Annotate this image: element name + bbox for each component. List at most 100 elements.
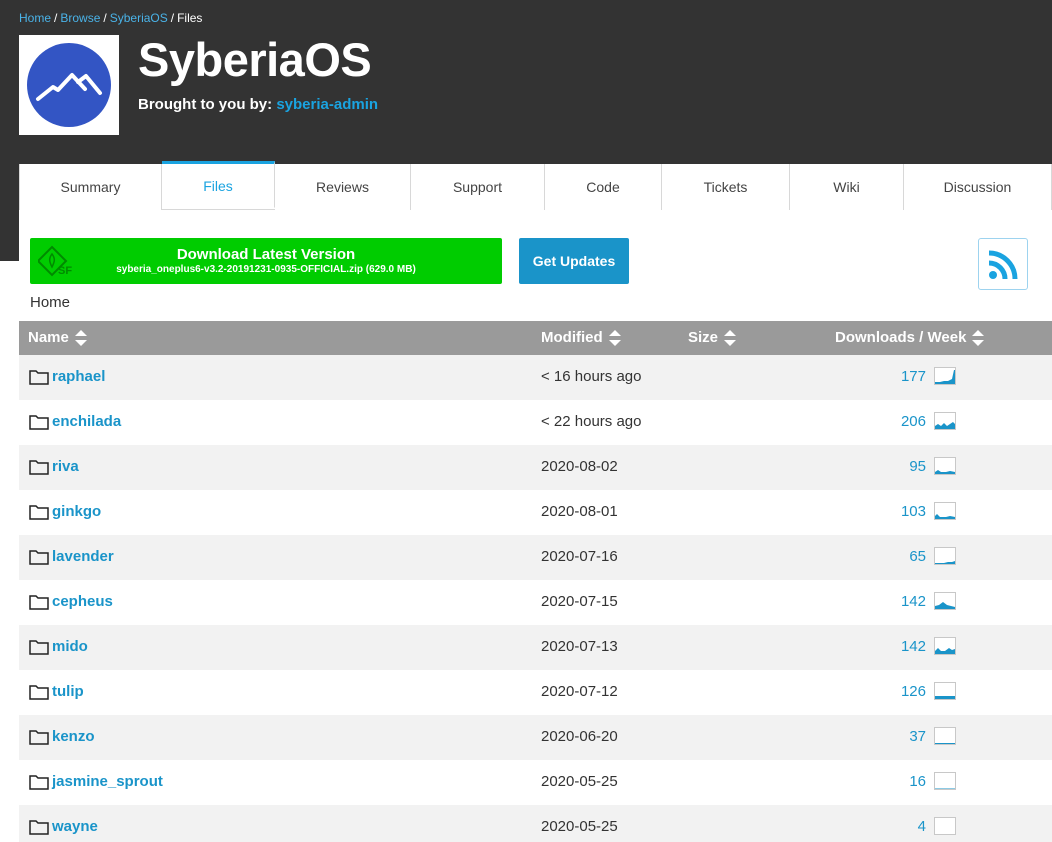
folder-link[interactable]: tulip: [52, 683, 84, 700]
download-latest-button[interactable]: SF Download Latest Version syberia_onepl…: [30, 238, 502, 284]
tab-wiki[interactable]: Wiki: [790, 164, 904, 210]
folder-link[interactable]: kenzo: [52, 728, 95, 745]
downloads-sparkline-icon[interactable]: [934, 367, 956, 385]
downloads-count[interactable]: 103: [901, 503, 926, 520]
table-row[interactable]: raphael < 16 hours ago 177: [19, 355, 1052, 400]
downloads-sparkline-icon[interactable]: [934, 772, 956, 790]
table-row[interactable]: mido 2020-07-13 142: [19, 625, 1052, 670]
downloads-sparkline-icon[interactable]: [934, 637, 956, 655]
table-row[interactable]: ginkgo 2020-08-01 103: [19, 490, 1052, 535]
modified-date: 2020-07-13: [541, 638, 618, 655]
modified-date: 2020-07-16: [541, 548, 618, 565]
get-updates-button[interactable]: Get Updates: [519, 238, 629, 284]
folder-icon: [29, 730, 49, 745]
downloads-sparkline-icon[interactable]: [934, 817, 956, 835]
folder-link[interactable]: lavender: [52, 548, 114, 565]
modified-date: 2020-05-25: [541, 818, 618, 835]
folder-icon: [29, 640, 49, 655]
downloads-sparkline-icon[interactable]: [934, 727, 956, 745]
downloads-sparkline-icon[interactable]: [934, 502, 956, 520]
rss-icon: [988, 250, 1018, 280]
folder-link[interactable]: wayne: [52, 818, 98, 835]
main-content: Summary Files Reviews Support Code Ticke…: [19, 161, 1052, 842]
breadcrumb-browse[interactable]: Browse: [60, 11, 100, 25]
header-size[interactable]: Size: [688, 329, 737, 346]
table-row[interactable]: riva 2020-08-02 95: [19, 445, 1052, 490]
modified-date: 2020-05-25: [541, 773, 618, 790]
table-row[interactable]: cepheus 2020-07-15 142: [19, 580, 1052, 625]
downloads-count[interactable]: 126: [901, 683, 926, 700]
folder-link[interactable]: mido: [52, 638, 88, 655]
breadcrumb-current: Files: [177, 11, 203, 25]
modified-date: 2020-08-01: [541, 503, 618, 520]
download-filename: syberia_oneplus6-v3.2-20191231-0935-OFFI…: [116, 264, 416, 275]
folder-link[interactable]: cepheus: [52, 593, 113, 610]
tab-support[interactable]: Support: [411, 164, 545, 210]
table-row[interactable]: lavender 2020-07-16 65: [19, 535, 1052, 580]
breadcrumb-project[interactable]: SyberiaOS: [110, 11, 168, 25]
downloads-sparkline-icon[interactable]: [934, 592, 956, 610]
downloads-sparkline-icon[interactable]: [934, 412, 956, 430]
folder-icon: [29, 775, 49, 790]
folder-link[interactable]: ginkgo: [52, 503, 101, 520]
folder-icon: [29, 820, 49, 835]
table-row[interactable]: wayne 2020-05-25 4: [19, 805, 1052, 842]
header-modified[interactable]: Modified: [541, 329, 621, 346]
mountain-logo-icon: [27, 43, 111, 127]
project-logo[interactable]: [19, 35, 119, 135]
header-downloads[interactable]: Downloads / Week: [835, 329, 985, 346]
folder-link[interactable]: riva: [52, 458, 79, 475]
downloads-count[interactable]: 142: [901, 593, 926, 610]
tab-files[interactable]: Files: [162, 161, 275, 208]
tab-tickets[interactable]: Tickets: [662, 164, 790, 210]
downloads-count[interactable]: 65: [909, 548, 926, 565]
files-table: Name Modified Size Downloads / Week raph…: [19, 321, 1052, 842]
downloads-count[interactable]: 37: [909, 728, 926, 745]
tab-discussion[interactable]: Discussion: [904, 164, 1052, 210]
downloads-count[interactable]: 16: [909, 773, 926, 790]
sort-icon: [972, 329, 985, 346]
modified-date: 2020-06-20: [541, 728, 618, 745]
folder-icon: [29, 550, 49, 565]
folder-icon: [29, 415, 49, 430]
table-row[interactable]: enchilada < 22 hours ago 206: [19, 400, 1052, 445]
downloads-count[interactable]: 142: [901, 638, 926, 655]
modified-date: < 16 hours ago: [541, 368, 642, 385]
folder-link[interactable]: jasmine_sprout: [52, 773, 163, 790]
folder-link[interactable]: raphael: [52, 368, 105, 385]
breadcrumb-home[interactable]: Home: [19, 11, 51, 25]
downloads-count[interactable]: 177: [901, 368, 926, 385]
folder-icon: [29, 505, 49, 520]
table-row[interactable]: tulip 2020-07-12 126: [19, 670, 1052, 715]
downloads-sparkline-icon[interactable]: [934, 457, 956, 475]
rss-feed-button[interactable]: [978, 238, 1028, 290]
modified-date: < 22 hours ago: [541, 413, 642, 430]
current-path: Home: [30, 294, 71, 311]
downloads-count[interactable]: 4: [918, 818, 926, 835]
downloads-count[interactable]: 95: [909, 458, 926, 475]
folder-icon: [29, 460, 49, 475]
modified-date: 2020-07-12: [541, 683, 618, 700]
tab-code[interactable]: Code: [545, 164, 662, 210]
download-title: Download Latest Version: [176, 246, 356, 263]
tab-reviews[interactable]: Reviews: [275, 164, 411, 210]
project-title: SyberiaOS: [138, 33, 372, 86]
byline-prefix: Brought to you by:: [138, 96, 273, 113]
modified-date: 2020-08-02: [541, 458, 618, 475]
author-link[interactable]: syberia-admin: [276, 96, 378, 113]
breadcrumb: Home / Browse / SyberiaOS / Files: [19, 11, 203, 25]
project-byline: Brought to you by: syberia-admin: [138, 96, 378, 113]
header-name[interactable]: Name: [28, 329, 87, 346]
folder-icon: [29, 595, 49, 610]
folder-icon: [29, 685, 49, 700]
downloads-count[interactable]: 206: [901, 413, 926, 430]
tab-summary[interactable]: Summary: [19, 164, 162, 210]
table-row[interactable]: kenzo 2020-06-20 37: [19, 715, 1052, 760]
folder-link[interactable]: enchilada: [52, 413, 121, 430]
sort-icon: [74, 329, 87, 346]
table-row[interactable]: jasmine_sprout 2020-05-25 16: [19, 760, 1052, 805]
downloads-sparkline-icon[interactable]: [934, 682, 956, 700]
downloads-sparkline-icon[interactable]: [934, 547, 956, 565]
sort-icon: [724, 329, 737, 346]
table-header: Name Modified Size Downloads / Week: [19, 321, 1052, 355]
